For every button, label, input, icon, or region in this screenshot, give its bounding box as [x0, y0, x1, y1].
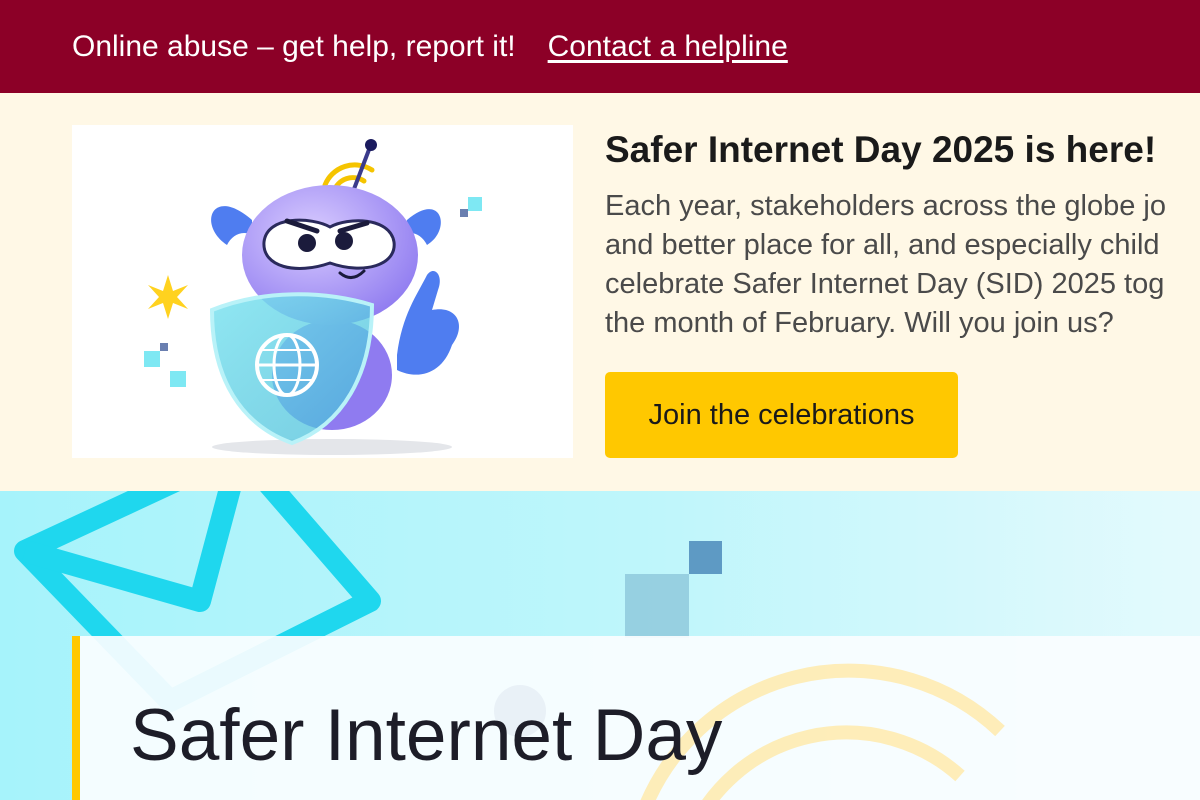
promo-body-line: Each year, stakeholders across the globe…	[605, 190, 1166, 222]
join-celebrations-button[interactable]: Join the celebrations	[605, 372, 958, 458]
robot-mascot-svg	[144, 139, 482, 455]
promo-banner: Safer Internet Day 2025 is here! Each ye…	[0, 93, 1200, 491]
pixel-squares	[625, 541, 722, 638]
page-title: Safer Internet Day	[130, 695, 723, 776]
promo-body: Each year, stakeholders across the globe…	[605, 187, 1200, 343]
hero-section: Safer Internet Day	[0, 491, 1200, 800]
contact-helpline-link[interactable]: Contact a helpline	[548, 30, 788, 64]
alert-bar: Online abuse – get help, report it! Cont…	[0, 0, 1200, 93]
promo-body-line: the month of February. Will you join us?	[605, 307, 1114, 339]
promo-body-line: and better place for all, and especially…	[605, 229, 1160, 261]
robot-mascot-illustration	[72, 125, 573, 458]
hero-card: Safer Internet Day	[72, 636, 1200, 800]
promo-body-line: celebrate Safer Internet Day (SID) 2025 …	[605, 268, 1165, 300]
alert-text: Online abuse – get help, report it!	[72, 29, 516, 63]
promo-title: Safer Internet Day 2025 is here!	[605, 129, 1157, 170]
